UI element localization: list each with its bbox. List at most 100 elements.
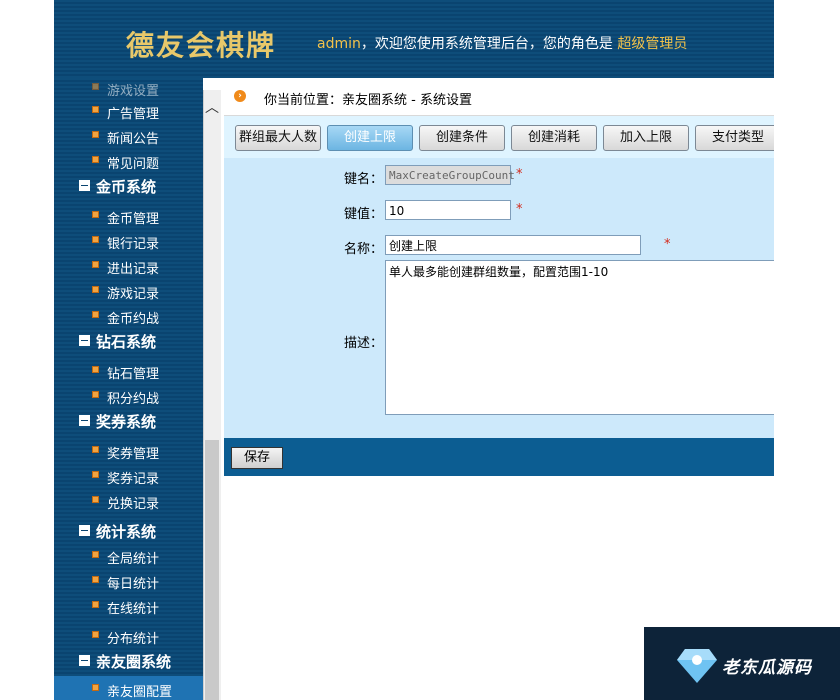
tab-group-max-members[interactable]: 群组最大人数 (235, 125, 321, 151)
bullet-icon (92, 261, 99, 268)
sidebar-scrollbar[interactable]: ︿ (203, 90, 221, 700)
sidebar-item-label: 亲友圈配置 (107, 685, 173, 700)
sidebar-item[interactable]: 奖券记录 (54, 463, 203, 488)
arrow-right-icon: › (234, 90, 246, 102)
sidebar-item[interactable]: 亲友圈配置 (54, 676, 203, 700)
required-mark: * (664, 237, 671, 252)
sidebar-item-label: 积分约战 (107, 392, 160, 407)
sidebar-group-header[interactable]: 金币系统 (54, 173, 203, 198)
value-label: 键值： (344, 207, 384, 222)
bullet-icon (92, 311, 99, 318)
sidebar-item[interactable]: 金币约战 (54, 303, 203, 328)
bullet-icon (92, 576, 99, 583)
sidebar-item[interactable]: 金币管理 (54, 203, 203, 228)
user-role: 超级管理员 (617, 36, 688, 52)
sidebar-item-label: 在线统计 (107, 602, 160, 617)
main-panel: › 你当前位置：亲友圈系统 - 系统设置 群组最大人数 创建上限 创建条件 创建… (224, 81, 774, 476)
breadcrumb: › 你当前位置：亲友圈系统 - 系统设置 (224, 81, 774, 116)
bullet-icon (92, 684, 99, 691)
sidebar-item[interactable]: 常见问题 (54, 148, 203, 173)
required-mark: * (516, 167, 523, 182)
name-input[interactable]: 创建上限 (385, 235, 641, 255)
sidebar-item[interactable]: 分布统计 (54, 623, 203, 648)
sidebar-item-label: 每日统计 (107, 577, 160, 592)
app-logo: 德友会棋牌 (126, 29, 277, 62)
bullet-icon (92, 496, 99, 503)
value-input[interactable]: 10 (385, 200, 511, 220)
collapse-icon (79, 335, 90, 346)
sidebar-item[interactable]: 全局统计 (54, 543, 203, 568)
bullet-icon (92, 446, 99, 453)
bullet-icon (92, 236, 99, 243)
tab-create-condition[interactable]: 创建条件 (419, 125, 505, 151)
sidebar-item-label: 游戏记录 (107, 287, 160, 302)
sidebar-item-label: 游戏设置 (107, 84, 160, 99)
sidebar-item-label: 奖券管理 (107, 447, 160, 462)
sidebar-item-label: 分布统计 (107, 632, 160, 647)
sidebar-item[interactable]: 钻石管理 (54, 358, 203, 383)
sidebar-item-label: 金币约战 (107, 312, 160, 327)
bullet-icon (92, 471, 99, 478)
breadcrumb-text: 你当前位置：亲友圈系统 - 系统设置 (264, 93, 472, 108)
collapse-icon (79, 415, 90, 426)
bullet-icon (92, 391, 99, 398)
tab-create-limit[interactable]: 创建上限 (327, 125, 413, 151)
name-label: 名称： (344, 242, 384, 257)
sidebar-item[interactable]: 新闻公告 (54, 123, 203, 148)
sidebar-item[interactable]: 广告管理 (54, 98, 203, 123)
bullet-icon (92, 551, 99, 558)
sidebar-item[interactable]: 银行记录 (54, 228, 203, 253)
sidebar-item-partial[interactable]: 游戏设置 (54, 78, 203, 100)
sidebar-group-header[interactable]: 亲友圈系统 (54, 648, 203, 673)
sidebar-item[interactable]: 每日统计 (54, 568, 203, 593)
bullet-icon (92, 631, 99, 638)
collapse-icon (79, 655, 90, 666)
scroll-up-icon[interactable]: ︿ (204, 92, 220, 122)
sidebar-item[interactable]: 游戏记录 (54, 278, 203, 303)
description-label: 描述： (344, 336, 384, 351)
form-footer: 保存 (224, 438, 774, 476)
description-textarea[interactable]: 单人最多能创建群组数量，配置范围1-10 (385, 260, 774, 415)
sidebar-item-label: 全局统计 (107, 552, 160, 567)
settings-form: 键名： MaxCreateGroupCount * 键值： 10 * 名称： 创… (224, 158, 774, 438)
sidebar-item[interactable]: 进出记录 (54, 253, 203, 278)
username: admin (317, 36, 361, 52)
sidebar-item-label: 金币系统 (96, 178, 157, 196)
sidebar-group-header[interactable]: 钻石系统 (54, 328, 203, 353)
sidebar-item[interactable]: 在线统计 (54, 593, 203, 618)
bullet-icon (92, 601, 99, 608)
watermark: 老东瓜源码 (644, 627, 840, 700)
sidebar-item-label: 新闻公告 (107, 132, 160, 147)
required-mark: * (516, 202, 523, 217)
collapse-icon (79, 525, 90, 536)
sidebar-item-label: 兑换记录 (107, 497, 160, 512)
sidebar-item[interactable]: 奖券管理 (54, 438, 203, 463)
tab-create-cost[interactable]: 创建消耗 (511, 125, 597, 151)
sidebar-item-label: 奖券系统 (96, 413, 157, 431)
sidebar-item-label: 银行记录 (107, 237, 160, 252)
key-field: MaxCreateGroupCount (385, 165, 515, 185)
bullet-icon (92, 83, 99, 90)
sidebar-group-header[interactable]: 统计系统 (54, 518, 203, 543)
tab-join-limit[interactable]: 加入上限 (603, 125, 689, 151)
sidebar-item-label: 亲友圈系统 (96, 653, 172, 671)
sidebar-item-label: 奖券记录 (107, 472, 160, 487)
bullet-icon (92, 131, 99, 138)
top-header: 德友会棋牌 admin，欢迎您使用系统管理后台，您的角色是 超级管理员 (54, 0, 774, 78)
bullet-icon (92, 156, 99, 163)
sidebar-item-label: 钻石管理 (107, 367, 160, 382)
watermark-text: 老东瓜源码 (722, 658, 812, 678)
tab-bar: 群组最大人数 创建上限 创建条件 创建消耗 加入上限 支付类型 (224, 116, 774, 158)
welcome-message: admin，欢迎您使用系统管理后台，您的角色是 超级管理员 (317, 33, 687, 53)
sidebar-item-label: 进出记录 (107, 262, 160, 277)
diamond-logo-icon (677, 649, 717, 683)
tab-payment-type[interactable]: 支付类型 (695, 125, 774, 151)
sidebar-item[interactable]: 兑换记录 (54, 488, 203, 513)
save-button[interactable]: 保存 (231, 447, 283, 469)
sidebar-item-label: 金币管理 (107, 212, 160, 227)
sidebar-group-header[interactable]: 奖券系统 (54, 408, 203, 433)
sidebar-item[interactable]: 积分约战 (54, 383, 203, 408)
sidebar-item-label: 广告管理 (107, 107, 160, 122)
scroll-thumb[interactable] (205, 440, 219, 700)
collapse-icon (79, 180, 90, 191)
